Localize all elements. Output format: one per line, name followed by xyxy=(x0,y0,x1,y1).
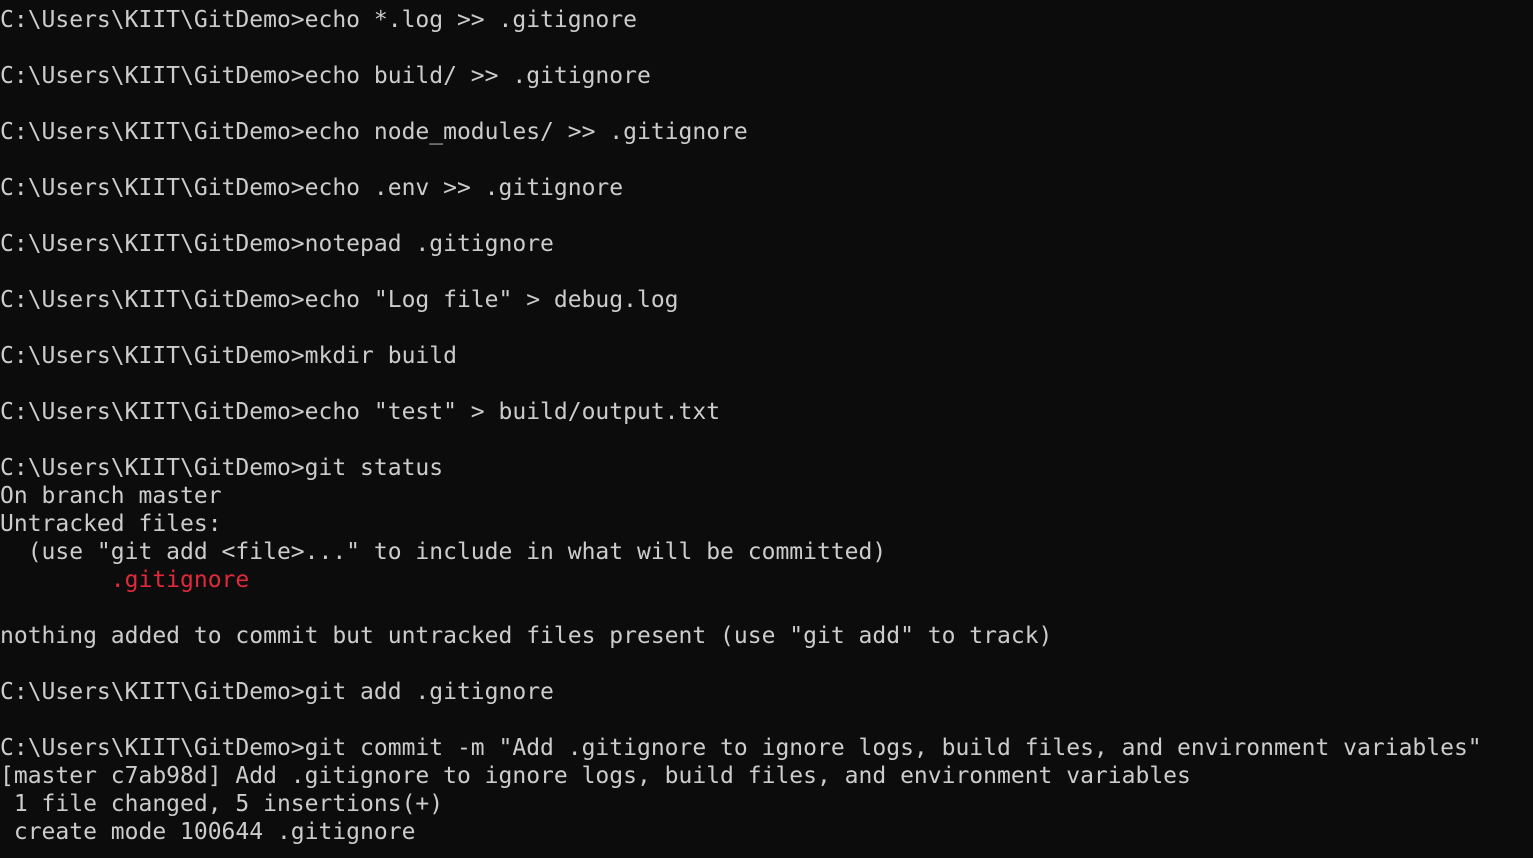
terminal-line: C:\Users\KIIT\GitDemo>git add .gitignore xyxy=(0,679,554,705)
terminal-line: C:\Users\KIIT\GitDemo>echo node_modules/… xyxy=(0,119,748,145)
terminal-line: On branch master xyxy=(0,483,222,509)
terminal-line: C:\Users\KIIT\GitDemo>echo "test" > buil… xyxy=(0,399,721,425)
terminal-line: C:\Users\KIIT\GitDemo>notepad .gitignore xyxy=(0,231,554,257)
terminal-output[interactable]: C:\Users\KIIT\GitDemo>echo *.log >> .git… xyxy=(0,6,1533,858)
terminal-line: C:\Users\KIIT\GitDemo>echo *.log >> .git… xyxy=(0,7,637,33)
terminal-line: C:\Users\KIIT\GitDemo>mkdir build xyxy=(0,343,457,369)
terminal-line: C:\Users\KIIT\GitDemo>git commit -m "Add… xyxy=(0,735,1482,761)
terminal-line: C:\Users\KIIT\GitDemo>git status xyxy=(0,455,444,481)
terminal-line: [master c7ab98d] Add .gitignore to ignor… xyxy=(0,763,1191,789)
terminal-line: create mode 100644 .gitignore xyxy=(0,819,416,845)
terminal-line: C:\Users\KIIT\GitDemo>echo .env >> .giti… xyxy=(0,175,624,201)
terminal-line: C:\Users\KIIT\GitDemo>echo "Log file" > … xyxy=(0,287,679,313)
terminal-line: nothing added to commit but untracked fi… xyxy=(0,623,1053,649)
terminal-line: (use "git add <file>..." to include in w… xyxy=(0,539,887,565)
terminal-line: Untracked files: xyxy=(0,511,222,537)
untracked-file-line: .gitignore xyxy=(0,567,250,593)
terminal-line: C:\Users\KIIT\GitDemo>echo build/ >> .gi… xyxy=(0,63,651,89)
terminal-line: 1 file changed, 5 insertions(+) xyxy=(0,791,444,817)
